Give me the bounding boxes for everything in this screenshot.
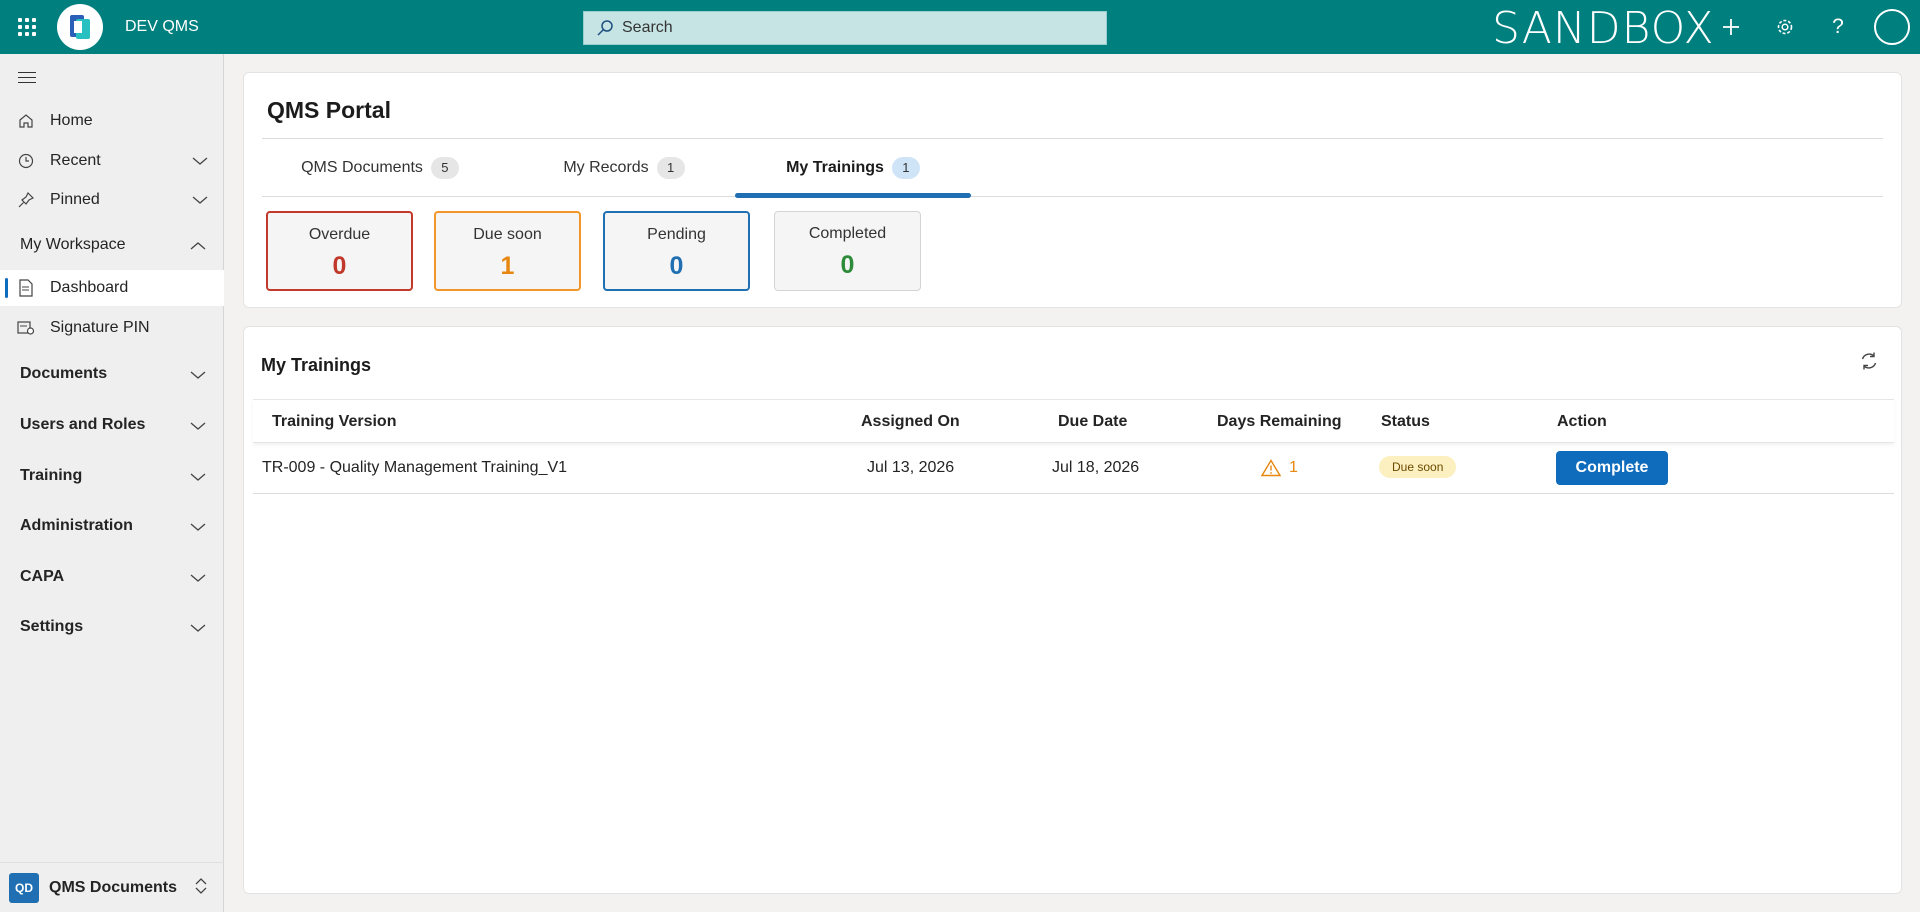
stat-value: 0 [669,252,684,280]
stat-card-overdue[interactable]: Overdue 0 [266,211,413,291]
menu-toggle-icon[interactable] [18,72,36,87]
tab-my-trainings[interactable]: My Trainings 1 [735,139,971,198]
column-header[interactable]: Training Version [272,413,396,431]
stat-label: Overdue [308,226,371,243]
area-label: QMS Documents [49,878,178,896]
tab-label: My Records [563,159,649,176]
area-switcher[interactable]: QD QMS Documents [0,862,224,912]
sidebar-group-documents[interactable]: Documents [20,365,206,383]
status-badge: Due soon [1379,456,1457,478]
sidebar-group-label: Users and Roles [20,416,146,433]
stat-card-pending[interactable]: Pending 0 [603,211,750,291]
stat-value: 0 [332,252,347,280]
chevron-down-icon[interactable] [192,153,208,171]
sidebar-group-label: Training [20,467,83,484]
days-remaining-cell: 1 [1261,459,1298,477]
sidebar-group-capa[interactable]: CAPA [20,568,206,586]
table-header: Training Version Assigned On Due Date Da… [253,399,1894,443]
sidebar-item-label: Dashboard [50,279,129,296]
chevron-up-down-icon[interactable] [194,876,208,901]
portal-card: QMS Portal QMS Documents 5 My Records 1 … [243,72,1902,308]
tab-list: QMS Documents 5 My Records 1 My Training… [262,139,1883,198]
sidebar-item-pinned[interactable]: Pinned [0,182,224,218]
tab-count-badge: 5 [430,157,459,179]
home-icon [16,111,36,131]
chevron-down-icon[interactable] [190,620,206,638]
sidebar-group-label: CAPA [20,568,65,585]
sidebar-item-label: Home [50,112,93,129]
refresh-icon[interactable] [1859,351,1879,376]
chevron-down-icon[interactable] [190,469,206,487]
sidebar-group-label: Settings [20,618,84,635]
chevron-down-icon[interactable] [190,519,206,537]
tab-label: QMS Documents [301,159,423,176]
tab-count-badge: 1 [891,157,920,179]
avatar[interactable] [1872,0,1912,54]
column-header[interactable]: Days Remaining [1217,413,1341,431]
stat-label: Pending [647,226,706,243]
chevron-down-icon[interactable] [190,418,206,436]
chevron-up-icon[interactable] [190,238,206,256]
document-icon [16,278,36,298]
sidebar-item-dashboard[interactable]: Dashboard [0,270,224,306]
search-icon [597,20,613,36]
tab-qms-documents[interactable]: QMS Documents 5 [280,139,480,197]
sidebar: Home Recent Pinned My Workspace Dashboar… [0,54,224,912]
column-header[interactable]: Due Date [1058,413,1127,431]
stat-label: Completed [808,225,887,242]
sidebar-item-label: Pinned [50,191,100,208]
sidebar-group-settings[interactable]: Settings [20,618,206,636]
gear-icon[interactable] [1765,0,1805,54]
sidebar-item-label: Recent [50,152,101,169]
signature-icon [16,318,36,338]
sidebar-item-home[interactable]: Home [0,103,224,139]
app-title[interactable]: DEV QMS [125,18,199,36]
search-placeholder: Search [622,19,673,36]
stat-value: 0 [840,251,855,279]
assigned-on-cell: Jul 13, 2026 [867,459,955,476]
warning-icon [1261,459,1281,477]
page-title: QMS Portal [267,97,391,123]
sidebar-item-recent[interactable]: Recent [0,143,224,179]
tab-my-records[interactable]: My Records 1 [524,139,724,197]
app-launcher-icon[interactable] [0,0,54,54]
pin-icon [16,190,36,210]
stat-value: 1 [500,252,515,280]
column-header[interactable]: Assigned On [861,413,960,431]
sidebar-group-label: Administration [20,517,133,534]
section-title: My Trainings [261,355,372,375]
column-header[interactable]: Status [1381,413,1430,431]
training-version-cell: TR-009 - Quality Management Training_V1 [262,459,568,476]
sidebar-group-administration[interactable]: Administration [20,517,206,535]
chevron-down-icon[interactable] [190,367,206,385]
trainings-card: My Trainings Training Version Assigned O… [243,326,1902,894]
complete-button[interactable]: Complete [1556,451,1668,485]
add-icon[interactable] [1711,0,1751,54]
tab-count-badge: 1 [656,157,685,179]
app-logo[interactable] [57,4,103,50]
stat-label: Due soon [473,226,542,243]
sidebar-group-users-and-roles[interactable]: Users and Roles [20,416,206,434]
sidebar-group-my-workspace[interactable]: My Workspace [20,236,206,254]
sidebar-group-label: My Workspace [20,236,126,253]
clock-icon [16,151,36,171]
sidebar-item-signature-pin[interactable]: Signature PIN [0,310,224,346]
search-input[interactable]: Search [583,11,1107,45]
chevron-down-icon[interactable] [190,570,206,588]
stat-card-completed[interactable]: Completed 0 [774,211,921,291]
days-remaining-value: 1 [1289,459,1298,476]
column-header: Action [1557,413,1607,430]
due-date-cell: Jul 18, 2026 [1052,459,1140,476]
sidebar-group-label: Documents [20,365,108,382]
sidebar-item-label: Signature PIN [50,319,150,336]
table-row[interactable]: TR-009 - Quality Management Training_V1 … [253,443,1894,494]
help-icon[interactable]: ? [1818,0,1858,54]
area-badge: QD [9,872,39,903]
environment-label: SANDBOX [1492,3,1715,54]
tab-label: My Trainings [786,159,884,176]
sidebar-group-training[interactable]: Training [20,467,206,485]
stat-card-due-soon[interactable]: Due soon 1 [434,211,581,291]
chevron-down-icon[interactable] [192,192,208,210]
